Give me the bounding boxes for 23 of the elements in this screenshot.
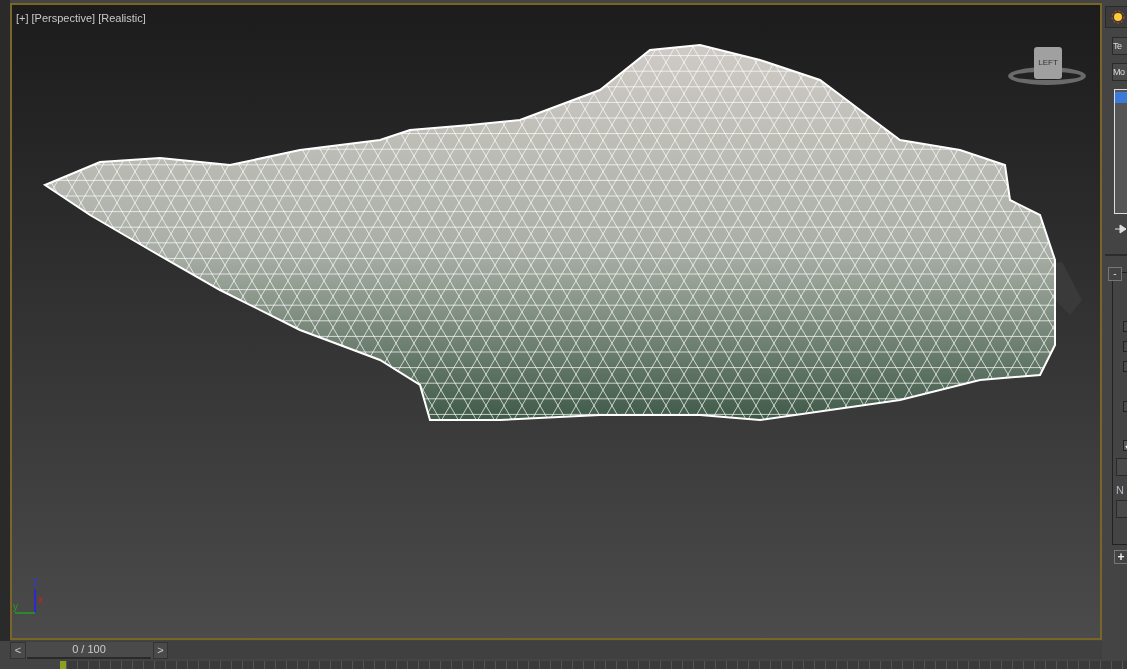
viewport-menu-label[interactable]: [Realistic]: [98, 10, 146, 27]
timeline-track[interactable]: [10, 661, 1127, 669]
rollout-collapse-button[interactable]: -: [1108, 267, 1122, 281]
time-slider-thumb[interactable]: < 0 / 100 >: [10, 641, 168, 659]
current-frame-marker: [60, 661, 66, 669]
perspective-viewport[interactable]: [+] [Perspective] [Realistic] LEFT z x y: [10, 3, 1102, 640]
time-slider-track[interactable]: < 0 / 100 >: [10, 641, 1102, 659]
axis-label: z: [33, 577, 38, 587]
rollout-expand-button[interactable]: +: [1114, 550, 1127, 564]
viewport-menu-label[interactable]: [+]: [16, 10, 29, 27]
viewport-menu-label[interactable]: [Perspective]: [31, 10, 96, 27]
axis-label: x: [38, 595, 43, 605]
name-field[interactable]: Te: [1112, 37, 1127, 55]
create-tab[interactable]: [1105, 6, 1127, 28]
next-frame-button[interactable]: >: [153, 641, 168, 659]
viewcube[interactable]: LEFT: [1008, 43, 1086, 89]
viewcube-face[interactable]: LEFT: [1034, 47, 1062, 79]
previous-frame-button[interactable]: <: [10, 641, 26, 659]
axis-label: y: [13, 602, 18, 612]
wireframe-rock[interactable]: [42, 44, 1056, 421]
modifier-list-dropdown[interactable]: Mo: [1112, 63, 1127, 81]
light-icon: [1110, 10, 1125, 24]
parameter-label: N: [1116, 483, 1124, 498]
